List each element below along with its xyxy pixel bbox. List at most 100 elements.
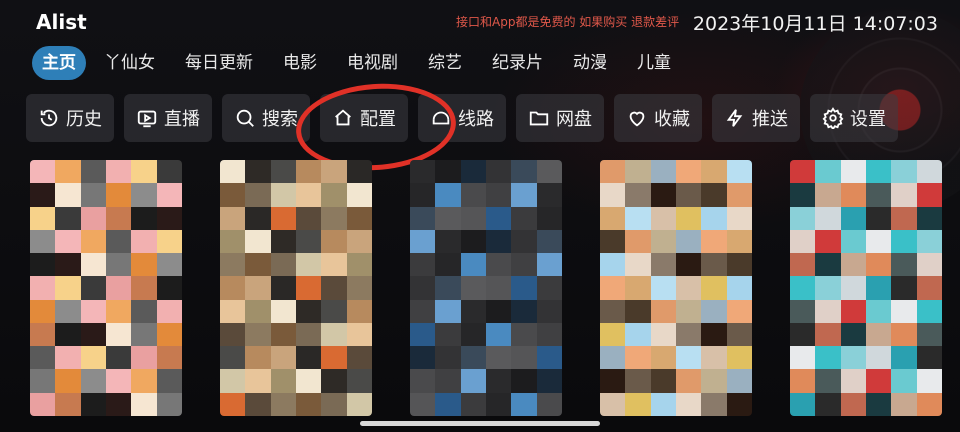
app-title: Alist (36, 10, 87, 34)
poster-mosaic-tile (511, 183, 537, 207)
poster-mosaic-tile (625, 183, 651, 207)
poster-mosaic-tile (55, 392, 81, 416)
tab-tv-series[interactable]: 电视剧 (335, 46, 410, 80)
push-button[interactable]: 推送 (712, 94, 800, 142)
poster-mosaic-tile (131, 392, 157, 416)
poster-mosaic-tile (536, 276, 562, 300)
search-label: 搜索 (262, 109, 298, 130)
history-button[interactable]: 历史 (26, 94, 114, 142)
poster-mosaic-tile (536, 229, 562, 254)
poster-mosaic-tile (676, 346, 702, 370)
history-label: 历史 (66, 109, 102, 130)
poster-mosaic-tile (701, 299, 727, 323)
poster-mosaic-tile (460, 229, 486, 254)
poster-mosaic-tile (625, 346, 651, 370)
poster-mosaic-tile (676, 299, 702, 323)
poster-mosaic-tile (891, 229, 917, 254)
poster-mosaic-tile (511, 322, 537, 347)
tab-xiannv[interactable]: 丫仙女 (92, 46, 167, 80)
poster-mosaic-tile (840, 346, 866, 370)
poster-card[interactable] (220, 160, 372, 416)
poster-mosaic-tile (220, 183, 246, 207)
poster-mosaic-tile (625, 392, 651, 416)
live-button[interactable]: 直播 (124, 94, 212, 142)
poster-card[interactable] (30, 160, 182, 416)
tab-daily-update[interactable]: 每日更新 (173, 46, 265, 80)
tab-documentary[interactable]: 纪录片 (480, 46, 555, 80)
poster-mosaic-tile (30, 369, 56, 393)
poster-mosaic-tile (156, 183, 182, 207)
poster-mosaic-tile (321, 322, 347, 347)
poster-mosaic-tile (156, 206, 182, 230)
settings-button[interactable]: 设置 (810, 94, 898, 142)
poster-mosaic-tile (346, 346, 372, 370)
poster-mosaic-tile (131, 253, 157, 277)
poster-mosaic-tile (916, 322, 942, 347)
poster-mosaic-tile (511, 229, 537, 254)
poster-card[interactable] (600, 160, 752, 416)
poster-mosaic-tile (790, 253, 816, 277)
poster-mosaic-tile (866, 346, 892, 370)
tab-home[interactable]: 主页 (32, 46, 86, 80)
poster-mosaic-tile (511, 160, 537, 184)
poster-mosaic-tile (156, 253, 182, 277)
poster-mosaic-tile (536, 346, 562, 370)
poster-mosaic-tile (790, 206, 816, 230)
poster-mosaic-tile (220, 346, 246, 370)
poster-mosaic-tile (270, 183, 296, 207)
tab-anime[interactable]: 动漫 (561, 46, 619, 80)
poster-mosaic-tile (55, 183, 81, 207)
poster-mosaic-tile (815, 276, 841, 300)
home-indicator[interactable] (360, 421, 600, 426)
poster-mosaic-tile (701, 369, 727, 393)
tab-movies[interactable]: 电影 (271, 46, 329, 80)
cloud-drive-label: 网盘 (556, 109, 592, 130)
poster-mosaic-tile (131, 206, 157, 230)
tab-variety[interactable]: 综艺 (416, 46, 474, 80)
poster-mosaic-tile (600, 160, 626, 184)
poster-mosaic-tile (220, 299, 246, 323)
poster-mosaic-tile (891, 322, 917, 347)
poster-mosaic-tile (30, 229, 56, 254)
poster-mosaic-tile (435, 299, 461, 323)
poster-mosaic-tile (701, 346, 727, 370)
poster-card[interactable] (410, 160, 562, 416)
poster-mosaic-tile (245, 253, 271, 277)
tv-icon (137, 110, 157, 128)
poster-mosaic-tile (600, 322, 626, 347)
tab-kids[interactable]: 儿童 (625, 46, 683, 80)
poster-mosaic-tile (346, 229, 372, 254)
heart-icon (629, 111, 645, 127)
poster-mosaic-tile (726, 369, 752, 393)
poster-mosaic-tile (676, 253, 702, 277)
poster-mosaic-tile (916, 206, 942, 230)
poster-mosaic-tile (55, 276, 81, 300)
poster-mosaic-tile (840, 160, 866, 184)
poster-mosaic-tile (486, 160, 512, 184)
poster-mosaic-tile (321, 229, 347, 254)
poster-mosaic-tile (650, 322, 676, 347)
poster-mosaic-tile (726, 160, 752, 184)
poster-mosaic-tile (815, 253, 841, 277)
cloud-drive-button[interactable]: 网盘 (516, 94, 604, 142)
poster-mosaic-tile (460, 160, 486, 184)
poster-mosaic-tile (625, 229, 651, 254)
poster-mosaic-tile (916, 346, 942, 370)
poster-mosaic-tile (55, 322, 81, 347)
poster-mosaic-tile (410, 346, 436, 370)
poster-mosaic-tile (701, 229, 727, 254)
favorites-button[interactable]: 收藏 (614, 94, 702, 142)
poster-mosaic-tile (321, 253, 347, 277)
search-icon (236, 109, 254, 127)
poster-mosaic-tile (106, 299, 132, 323)
poster-card[interactable] (790, 160, 942, 416)
poster-mosaic-tile (650, 183, 676, 207)
poster-mosaic-tile (676, 322, 702, 347)
poster-mosaic-tile (220, 253, 246, 277)
poster-mosaic-tile (435, 183, 461, 207)
poster-mosaic-tile (891, 206, 917, 230)
poster-mosaic-tile (321, 369, 347, 393)
poster-mosaic-tile (55, 160, 81, 184)
poster-mosaic-tile (220, 276, 246, 300)
poster-mosaic-tile (815, 346, 841, 370)
